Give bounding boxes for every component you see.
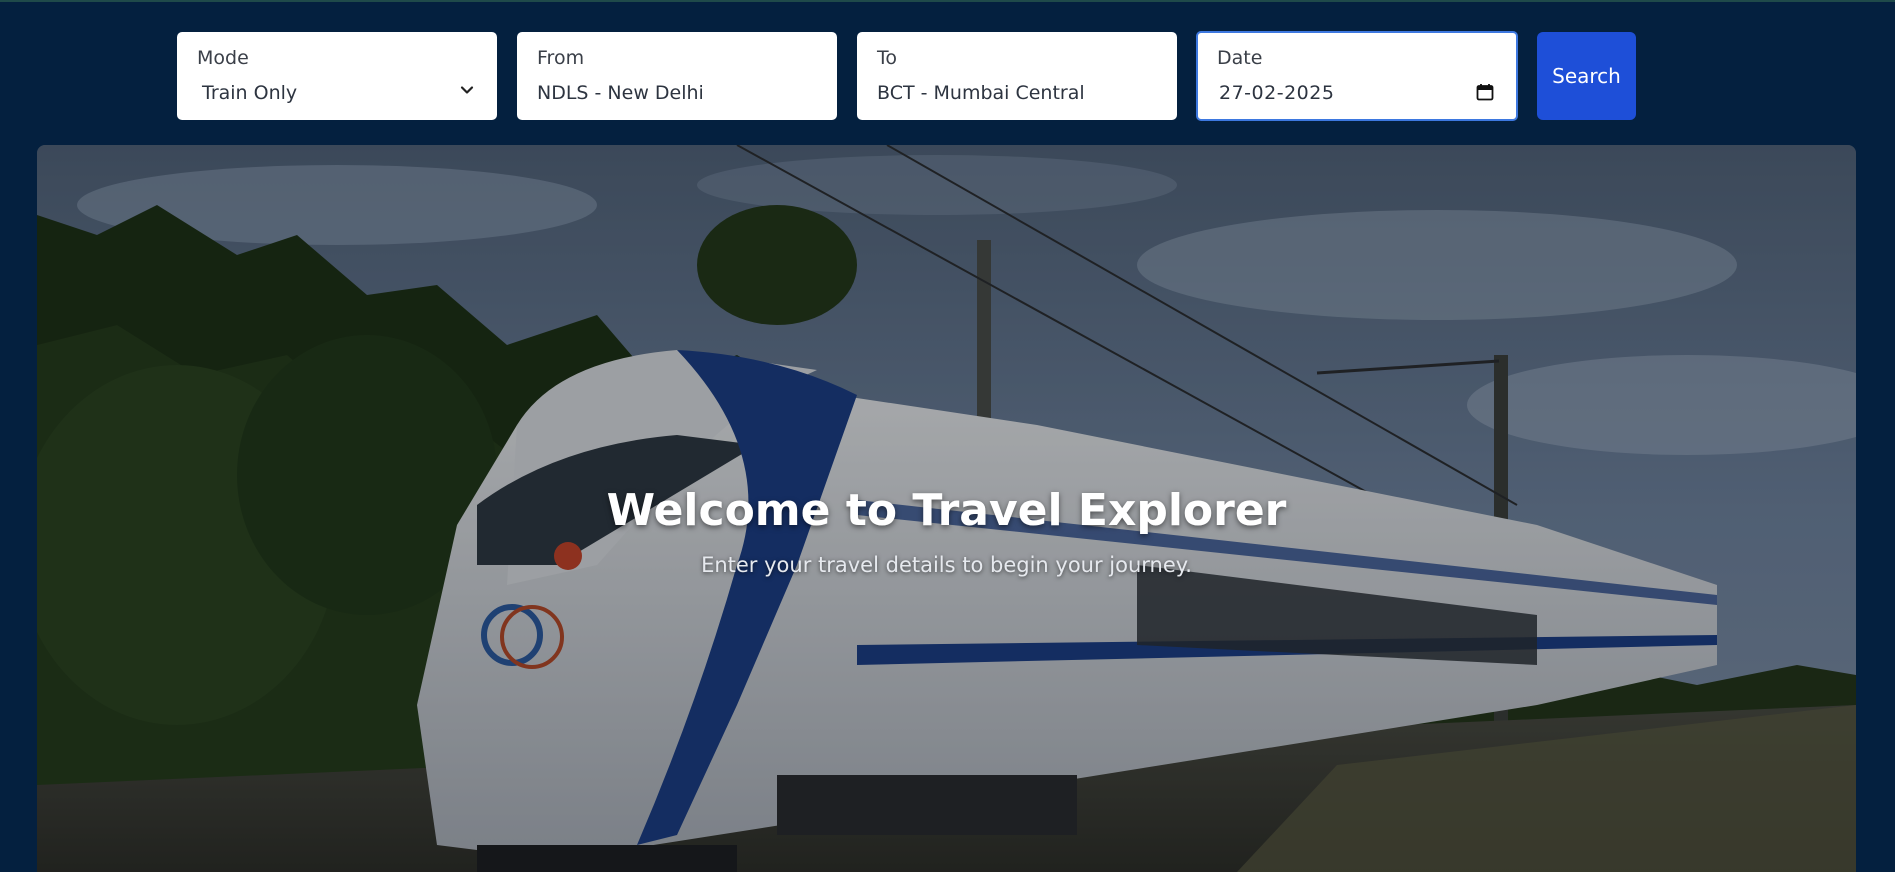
search-button[interactable]: Search: [1537, 32, 1636, 120]
to-label: To: [877, 47, 898, 69]
hero-subtitle: Enter your travel details to begin your …: [701, 553, 1192, 577]
search-bar: Mode Train Only From NDLS - New Delhi To…: [177, 31, 1637, 121]
hero-banner: Welcome to Travel Explorer Enter your tr…: [37, 145, 1856, 872]
mode-value[interactable]: Train Only: [202, 81, 477, 105]
hero-title: Welcome to Travel Explorer: [606, 485, 1287, 536]
from-input[interactable]: NDLS - New Delhi: [537, 81, 817, 105]
date-label: Date: [1217, 47, 1263, 69]
calendar-icon[interactable]: [1476, 83, 1494, 101]
to-field[interactable]: To BCT - Mumbai Central: [857, 32, 1177, 120]
chevron-down-icon[interactable]: [459, 82, 475, 98]
mode-label: Mode: [197, 47, 249, 69]
mode-select[interactable]: Mode Train Only: [177, 32, 497, 120]
date-field[interactable]: Date 27-02-2025: [1196, 31, 1518, 121]
from-field[interactable]: From NDLS - New Delhi: [517, 32, 837, 120]
from-label: From: [537, 47, 585, 69]
top-border: [0, 0, 1895, 2]
date-input[interactable]: 27-02-2025: [1219, 81, 1497, 105]
hero-text: Welcome to Travel Explorer Enter your tr…: [37, 483, 1856, 577]
to-input[interactable]: BCT - Mumbai Central: [877, 81, 1157, 105]
